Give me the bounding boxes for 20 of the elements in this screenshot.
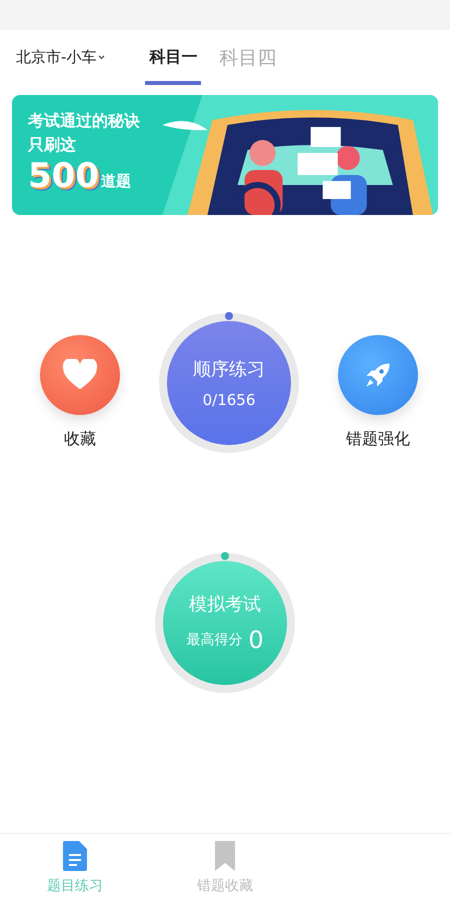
banner-headline: 道题 [100, 171, 131, 192]
banner-headline: 只刷这 [28, 134, 77, 156]
banner-number: 500 [28, 157, 99, 195]
action-label: 错题强化 [346, 429, 410, 450]
bookmark-icon [213, 841, 237, 871]
practice-button[interactable]: 顺序练习 0/1656 [167, 321, 291, 445]
progress-dot [221, 552, 229, 560]
caret-icon [98, 55, 106, 60]
tab[interactable]: 科目一 [145, 30, 202, 85]
mock-exam-button[interactable]: 模拟考试 最高得分 0 [163, 561, 287, 685]
nav-tab[interactable]: 错题收藏 [150, 834, 300, 900]
banner-headline: 考试通过的秘诀 [28, 110, 140, 132]
progress-dot [225, 312, 233, 320]
region-selector[interactable]: 北京市-小车 [16, 48, 106, 67]
document-icon [63, 841, 87, 871]
tab[interactable]: 科目四 [215, 30, 280, 85]
action-label: 收藏 [64, 429, 96, 450]
nav-tab[interactable]: 题目练习 [0, 834, 150, 900]
banner[interactable]: 考试通过的秘诀 只刷这 500 道题 [12, 95, 438, 215]
heart-icon [62, 359, 98, 391]
